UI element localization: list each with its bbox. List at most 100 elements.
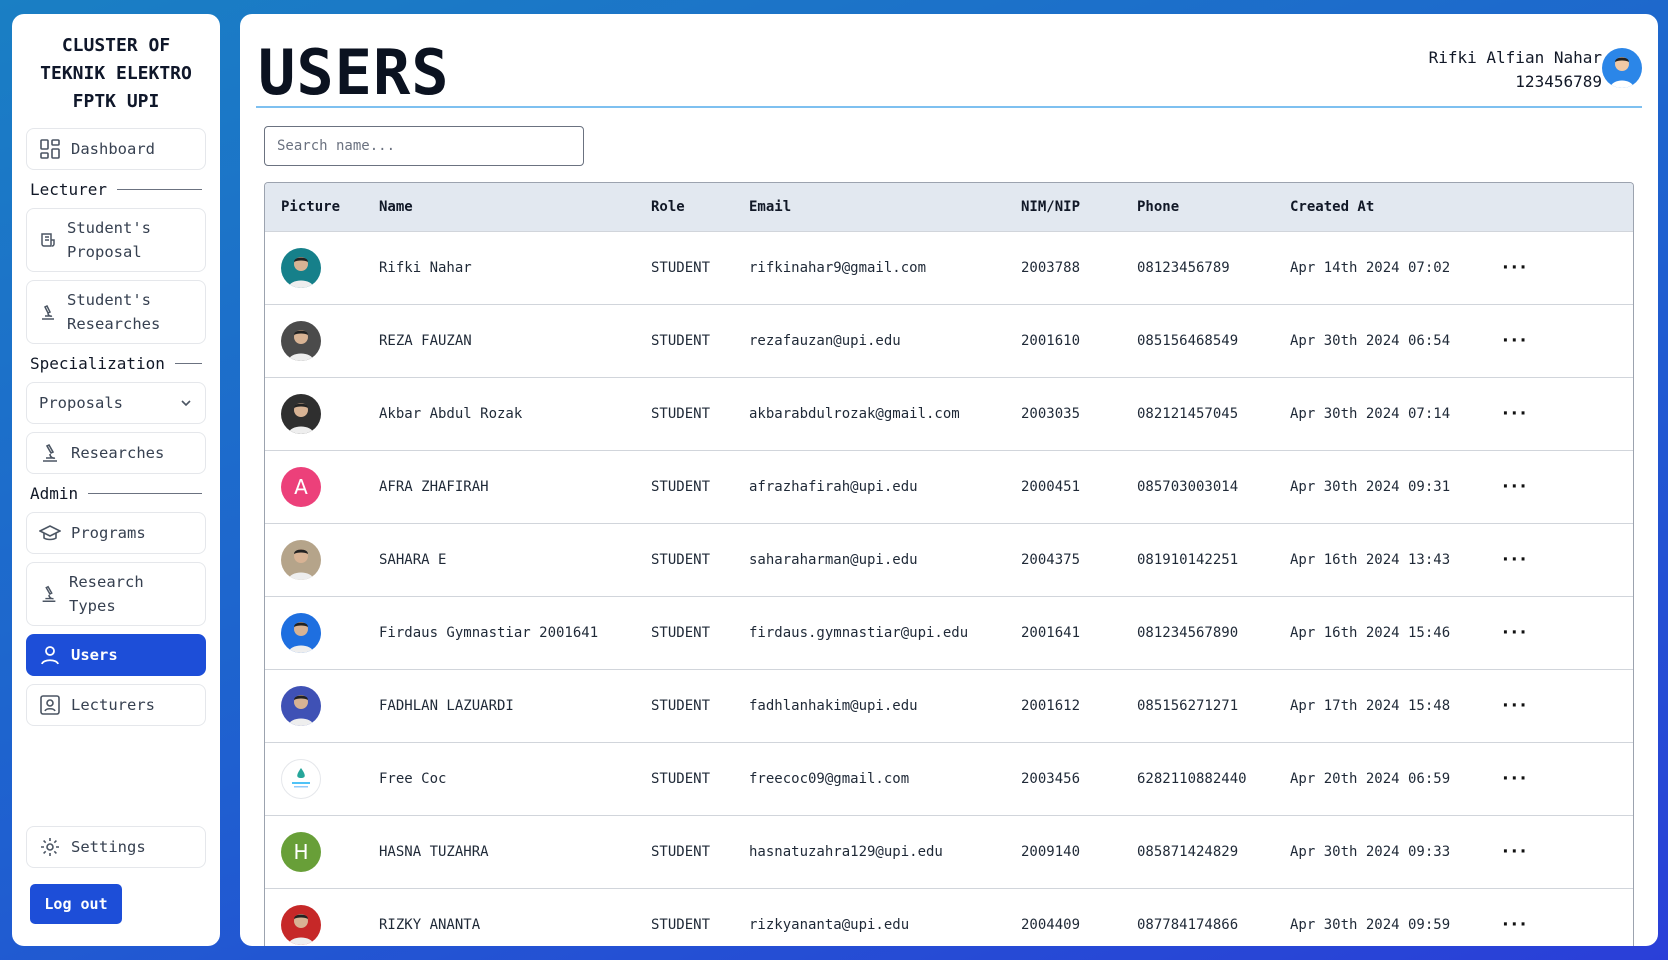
sidebar-item-users[interactable]: Users xyxy=(26,634,206,676)
table-row[interactable]: Rifki Nahar STUDENT rifkinahar9@gmail.co… xyxy=(265,230,1633,304)
table-row[interactable]: SAHARA E STUDENT saharaharman@upi.edu 20… xyxy=(265,522,1633,596)
sidebar-item-settings[interactable]: Settings xyxy=(26,826,206,868)
more-options-icon[interactable]: ··· xyxy=(1500,622,1528,643)
created-at-cell: Apr 16th 2024 13:43 xyxy=(1274,522,1484,596)
row-actions-cell: ··· xyxy=(1484,741,1633,815)
name-cell: Firdaus Gymnastiar 2001641 xyxy=(363,595,635,669)
name-cell: Akbar Abdul Rozak xyxy=(363,376,635,450)
more-options-icon[interactable]: ··· xyxy=(1500,841,1528,862)
logout-button[interactable]: Log out xyxy=(30,884,122,924)
gear-icon xyxy=(41,838,59,856)
column-header[interactable]: Email xyxy=(733,183,1005,231)
email-cell: saharaharman@upi.edu xyxy=(733,522,1005,596)
sidebar: CLUSTER OF TEKNIK ELEKTRO FPTK UPI Dashb… xyxy=(12,14,220,946)
nim-cell: 2003456 xyxy=(1005,741,1121,815)
sidebar-item-researches[interactable]: Researches xyxy=(26,432,206,474)
divider xyxy=(88,492,202,494)
picture-cell xyxy=(265,741,363,815)
proposals-dropdown[interactable]: Proposals xyxy=(26,382,206,424)
name-cell: SAHARA E xyxy=(363,522,635,596)
more-options-icon[interactable]: ··· xyxy=(1500,403,1528,424)
graduation-cap-icon xyxy=(39,525,61,541)
microscope-icon xyxy=(42,585,56,602)
avatar-initial: H xyxy=(293,839,309,864)
person-photo-icon xyxy=(288,256,314,288)
users-table: Picture Name Role Email NIM/NIP Phone Cr… xyxy=(264,182,1634,946)
sidebar-item-label: Student's Researches xyxy=(67,288,160,336)
current-user: Rifki Alfian Nahar 123456789 xyxy=(1429,46,1602,94)
phone-cell: 6282110882440 xyxy=(1121,741,1274,815)
avatar[interactable] xyxy=(1602,48,1642,88)
column-header[interactable]: Phone xyxy=(1121,183,1274,231)
table-row[interactable]: FADHLAN LAZUARDI STUDENT fadhlanhakim@up… xyxy=(265,668,1633,742)
section-admin: Admin xyxy=(30,482,202,504)
sidebar-item-research-types[interactable]: Research Types xyxy=(26,562,206,626)
person-photo-icon xyxy=(288,329,314,361)
phone-cell: 081234567890 xyxy=(1121,595,1274,669)
avatar xyxy=(281,685,321,726)
user-icon xyxy=(41,646,59,665)
sidebar-item-label: Settings xyxy=(71,838,146,856)
created-at-cell: Apr 30th 2024 06:54 xyxy=(1274,303,1484,377)
more-options-icon[interactable]: ··· xyxy=(1500,257,1528,278)
role-cell: STUDENT xyxy=(635,376,733,450)
microscope-icon xyxy=(43,443,57,462)
name-cell: Rifki Nahar xyxy=(363,230,635,304)
picture-cell xyxy=(265,303,363,377)
role-cell: STUDENT xyxy=(635,449,733,523)
label-line-2: Researches xyxy=(67,315,161,333)
person-photo-icon xyxy=(288,402,314,434)
phone-cell: 085156271271 xyxy=(1121,668,1274,742)
sidebar-item-lecturers[interactable]: Lecturers xyxy=(26,684,206,726)
column-header[interactable]: Role xyxy=(635,183,733,231)
sidebar-item-students-researches[interactable]: Student's Researches xyxy=(26,280,206,344)
sidebar-item-programs[interactable]: Programs xyxy=(26,512,206,554)
phone-cell: 085871424829 xyxy=(1121,814,1274,888)
person-photo-icon xyxy=(288,548,314,580)
table-row[interactable]: Firdaus Gymnastiar 2001641 STUDENT firda… xyxy=(265,595,1633,669)
table-row[interactable]: RIZKY ANANTA STUDENT rizkyananta@upi.edu… xyxy=(265,887,1633,946)
name-cell: AFRA ZHAFIRAH xyxy=(363,449,635,523)
row-actions-cell: ··· xyxy=(1484,376,1633,450)
phone-cell: 081910142251 xyxy=(1121,522,1274,596)
nim-cell: 2001641 xyxy=(1005,595,1121,669)
phone-cell: 087784174866 xyxy=(1121,887,1274,946)
more-options-icon[interactable]: ··· xyxy=(1500,695,1528,716)
avatar xyxy=(281,247,321,288)
nim-cell: 2003788 xyxy=(1005,230,1121,304)
table-row[interactable]: REZA FAUZAN STUDENT rezafauzan@upi.edu 2… xyxy=(265,303,1633,377)
role-cell: STUDENT xyxy=(635,230,733,304)
created-at-cell: Apr 14th 2024 07:02 xyxy=(1274,230,1484,304)
sidebar-item-students-proposal[interactable]: Student's Proposal xyxy=(26,208,206,272)
section-label-text: Lecturer xyxy=(30,179,108,199)
sidebar-item-label: Student's Proposal xyxy=(67,216,151,264)
sidebar-item-label: Research Types xyxy=(69,570,144,618)
column-header[interactable]: Name xyxy=(363,183,635,231)
more-options-icon[interactable]: ··· xyxy=(1500,549,1528,570)
email-cell: rifkinahar9@gmail.com xyxy=(733,230,1005,304)
more-options-icon[interactable]: ··· xyxy=(1500,914,1528,935)
role-cell: STUDENT xyxy=(635,814,733,888)
table-row[interactable]: Free Coc STUDENT freecoc09@gmail.com 200… xyxy=(265,741,1633,815)
sidebar-item-dashboard[interactable]: Dashboard xyxy=(26,128,206,170)
more-options-icon[interactable]: ··· xyxy=(1500,768,1528,789)
table-row[interactable]: H HASNA TUZAHRA STUDENT hasnatuzahra129@… xyxy=(265,814,1633,888)
nim-cell: 2000451 xyxy=(1005,449,1121,523)
table-row[interactable]: Akbar Abdul Rozak STUDENT akbarabdulroza… xyxy=(265,376,1633,450)
phone-cell: 08123456789 xyxy=(1121,230,1274,304)
column-header[interactable]: NIM/NIP xyxy=(1005,183,1121,231)
search-input[interactable] xyxy=(264,126,584,166)
more-options-icon[interactable]: ··· xyxy=(1500,476,1528,497)
picture-cell xyxy=(265,376,363,450)
created-at-cell: Apr 16th 2024 15:46 xyxy=(1274,595,1484,669)
row-actions-cell: ··· xyxy=(1484,887,1633,946)
scroll-icon xyxy=(41,233,55,247)
divider xyxy=(117,188,202,190)
more-options-icon[interactable]: ··· xyxy=(1500,330,1528,351)
column-header[interactable]: Picture xyxy=(265,183,363,231)
brand-title: CLUSTER OF TEKNIK ELEKTRO FPTK UPI xyxy=(26,32,206,116)
microscope-icon xyxy=(42,304,54,320)
phone-cell: 085703003014 xyxy=(1121,449,1274,523)
column-header[interactable]: Created At xyxy=(1274,183,1484,231)
table-row[interactable]: A AFRA ZHAFIRAH STUDENT afrazhafirah@upi… xyxy=(265,449,1633,523)
